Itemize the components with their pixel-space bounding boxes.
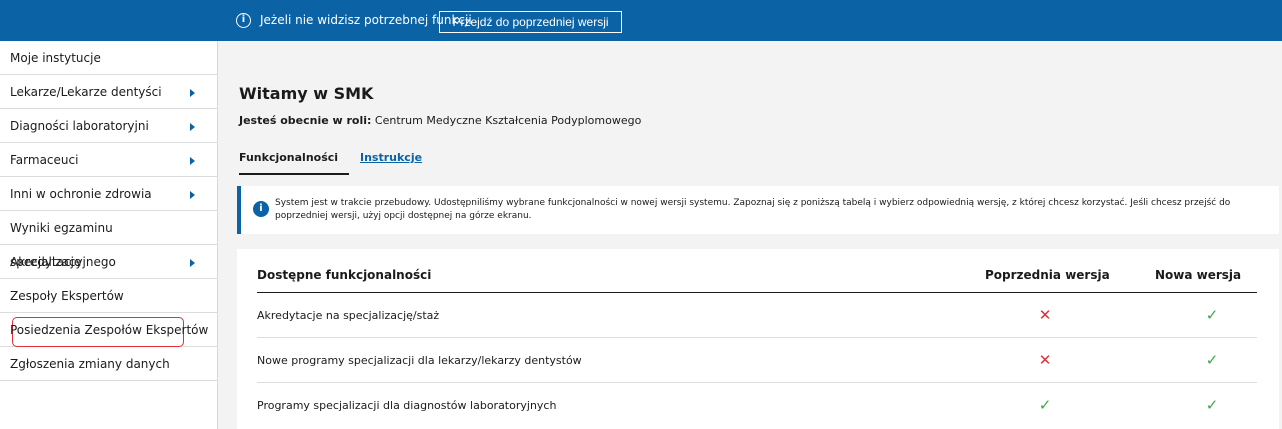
sidebar-item-lekarze[interactable]: Lekarze/Lekarze dentyści bbox=[0, 75, 218, 109]
chevron-right-icon bbox=[190, 89, 195, 97]
chevron-right-icon bbox=[190, 157, 195, 165]
check-icon: ✓ bbox=[1205, 351, 1219, 369]
tab-funkcjonalnosci[interactable]: Funkcjonalności bbox=[239, 151, 349, 175]
chevron-right-icon bbox=[190, 259, 195, 267]
chevron-right-icon bbox=[190, 191, 195, 199]
functions-table: Dostępne funkcjonalności Poprzednia wers… bbox=[237, 249, 1279, 429]
column-header-functions: Dostępne funkcjonalności bbox=[257, 268, 432, 282]
active-tab-underline bbox=[239, 173, 349, 175]
main-content: Witamy w SMK Jesteś obecnie w roli: Cent… bbox=[219, 41, 1282, 429]
sidebar-item-moje-instytucje[interactable]: Moje instytucje bbox=[0, 41, 218, 75]
sidebar-item-akredytacje[interactable]: Akredytacje bbox=[0, 245, 218, 279]
current-role: Jesteś obecnie w roli: Centrum Medyczne … bbox=[239, 114, 641, 128]
alert-text: System jest w trakcie przebudowy. Udostę… bbox=[275, 198, 1231, 221]
sidebar-item-wyniki-egzaminu[interactable]: Wyniki egzaminu specjalizacyjnego bbox=[0, 211, 218, 269]
sidebar-item-label: Posiedzenia Zespołów Ekspertów bbox=[10, 323, 209, 337]
sidebar-item-farmaceuci[interactable]: Farmaceuci bbox=[0, 143, 218, 177]
row-label: Akredytacje na specjalizację/staż bbox=[257, 309, 440, 322]
sidebar-item-label: Lekarze/Lekarze dentyści bbox=[10, 85, 162, 99]
info-icon: i bbox=[253, 201, 269, 217]
chevron-right-icon bbox=[190, 123, 195, 131]
sidebar-item-label: Akredytacje bbox=[10, 255, 82, 269]
cross-icon: ✕ bbox=[1038, 306, 1052, 324]
sidebar-item-label: Diagności laboratoryjni bbox=[10, 119, 149, 133]
sidebar-item-label: Moje instytucje bbox=[10, 51, 101, 65]
table-row: Akredytacje na specjalizację/staż ✕ ✓ bbox=[257, 293, 1257, 338]
tab-label: Funkcjonalności bbox=[239, 151, 339, 164]
column-header-new: Nowa wersja bbox=[1155, 268, 1242, 282]
column-header-previous: Poprzednia wersja bbox=[985, 268, 1110, 282]
check-icon: ✓ bbox=[1205, 396, 1219, 414]
sidebar: Moje instytucje Lekarze/Lekarze dentyści… bbox=[0, 41, 218, 429]
top-bar: i Jeżeli nie widzisz potrzebnej funkcji … bbox=[0, 0, 1282, 41]
rebuild-alert: i System jest w trakcie przebudowy. Udos… bbox=[237, 186, 1279, 234]
cross-icon: ✕ bbox=[1038, 351, 1052, 369]
sidebar-item-posiedzenia[interactable]: Posiedzenia Zespołów Ekspertów bbox=[0, 313, 218, 347]
sidebar-item-zgloszenia[interactable]: Zgłoszenia zmiany danych bbox=[0, 347, 218, 381]
row-label: Nowe programy specjalizacji dla lekarzy/… bbox=[257, 354, 582, 367]
sidebar-item-label: Farmaceuci bbox=[10, 153, 79, 167]
role-value: Centrum Medyczne Kształcenia Podyplomowe… bbox=[371, 114, 642, 127]
table-row: Nowe programy specjalizacji dla lekarzy/… bbox=[257, 338, 1257, 383]
check-icon: ✓ bbox=[1205, 306, 1219, 324]
sidebar-item-label: Inni w ochronie zdrowia bbox=[10, 187, 152, 201]
page-title: Witamy w SMK bbox=[239, 84, 374, 103]
sidebar-item-zespoly-ekspertow[interactable]: Zespoły Ekspertów bbox=[0, 279, 218, 313]
role-label: Jesteś obecnie w roli: bbox=[239, 114, 372, 127]
row-label: Programy specjalizacji dla diagnostów la… bbox=[257, 399, 557, 412]
info-icon: i bbox=[236, 13, 251, 28]
sidebar-item-diagnosci[interactable]: Diagności laboratoryjni bbox=[0, 109, 218, 143]
tab-instrukcje[interactable]: Instrukcje bbox=[360, 151, 422, 165]
sidebar-item-label: Zgłoszenia zmiany danych bbox=[10, 357, 170, 371]
table-row: Programy specjalizacji dla diagnostów la… bbox=[257, 383, 1257, 428]
sidebar-item-inni[interactable]: Inni w ochronie zdrowia bbox=[0, 177, 218, 211]
sidebar-item-label: Zespoły Ekspertów bbox=[10, 289, 124, 303]
check-icon: ✓ bbox=[1038, 396, 1052, 414]
previous-version-button[interactable]: Przejdź do poprzedniej wersji bbox=[439, 11, 622, 33]
